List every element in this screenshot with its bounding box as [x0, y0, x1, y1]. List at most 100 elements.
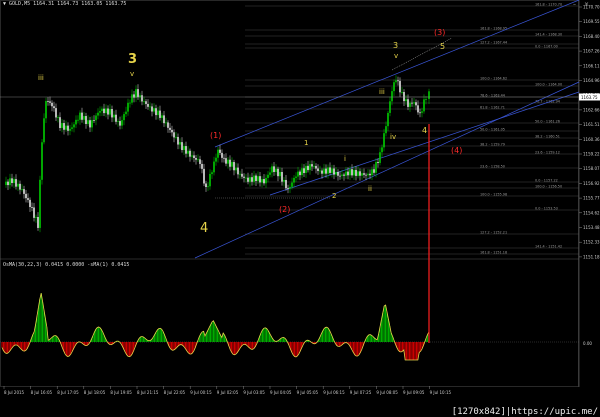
candle-body — [253, 175, 255, 182]
candle-body — [363, 173, 365, 175]
candle-body — [85, 116, 87, 124]
wave-red-3: (3) — [434, 28, 445, 37]
candle-body — [13, 179, 15, 183]
candle-body — [115, 114, 117, 122]
candle-body — [89, 120, 91, 128]
candle-body — [27, 198, 29, 200]
candle-body — [155, 108, 157, 116]
wave-4: 4 — [422, 126, 427, 135]
candle-body — [157, 110, 159, 116]
candle-body — [347, 171, 349, 176]
candle-body — [343, 174, 345, 176]
candle-body — [181, 142, 183, 150]
candle-body — [143, 101, 145, 103]
candle-body — [179, 142, 181, 145]
candle-body — [313, 165, 315, 167]
candle-body — [333, 168, 335, 175]
candle-body — [311, 164, 313, 167]
fib-label: 161.8 - 1151.18 — [480, 250, 507, 254]
candle-body — [365, 174, 367, 176]
candle-body — [201, 163, 203, 169]
candle-body — [51, 102, 53, 107]
candle-body — [49, 101, 51, 103]
candle-body — [353, 169, 355, 176]
candle-body — [207, 186, 209, 188]
candle-body — [319, 170, 321, 172]
osma-histogram — [0, 293, 579, 361]
candle-body — [355, 169, 357, 176]
candle-body — [277, 168, 279, 177]
candlesticks — [5, 75, 430, 233]
candle-body — [229, 159, 231, 167]
candle-body — [19, 183, 21, 190]
candle-body — [9, 178, 11, 186]
candle-body — [349, 169, 351, 176]
candle-body — [53, 106, 55, 109]
price-tick-label: 1168.40 — [583, 34, 600, 39]
price-tick-label: 1158.07 — [583, 166, 600, 171]
candle-body — [55, 108, 57, 118]
candle-body — [7, 181, 9, 186]
wave-1: 1 — [304, 139, 308, 147]
candle-body — [183, 146, 185, 150]
time-tick-label: 8 Jul 16:05 — [31, 390, 53, 395]
candle-body — [185, 146, 187, 154]
candle-body — [215, 157, 217, 162]
candle-body — [381, 147, 383, 153]
candle-body — [145, 101, 147, 104]
candle-body — [161, 115, 163, 118]
candle-body — [15, 179, 17, 187]
candle-body — [81, 112, 83, 120]
wave-red-1: (1) — [210, 131, 221, 140]
wave-2: 2 — [332, 192, 336, 200]
candle-body — [327, 167, 329, 174]
candle-body — [407, 99, 409, 107]
wave-major-iii: iii — [38, 74, 44, 82]
candle-body — [421, 111, 423, 113]
candle-body — [267, 174, 269, 178]
candle-body — [279, 172, 281, 177]
candle-body — [265, 177, 267, 184]
candle-body — [119, 121, 121, 126]
candle-body — [321, 170, 323, 174]
fib-label: 0.0 - 1167.00 — [535, 44, 558, 48]
candle-body — [233, 162, 235, 171]
fib-label: 50.0 - 1161.05 — [480, 127, 505, 131]
candle-body — [303, 168, 305, 173]
candle-body — [247, 177, 249, 182]
candle-body — [417, 105, 419, 113]
candle-body — [75, 119, 77, 125]
candle-body — [29, 199, 31, 208]
candle-body — [389, 101, 391, 113]
wave-major-3-v: v — [130, 70, 134, 78]
candle-body — [101, 108, 103, 112]
candle-body — [77, 119, 79, 121]
candle-body — [227, 159, 229, 164]
price-chart[interactable]: 161.8 - 1170.70 161.8 - 1168.95 141.4 - 11… — [0, 0, 600, 417]
wave-3: 3 — [393, 41, 398, 50]
candle-body — [243, 176, 245, 178]
candle-body — [169, 127, 171, 130]
candle-body — [165, 122, 167, 124]
candle-body — [189, 150, 191, 157]
candle-body — [255, 175, 257, 181]
candle-body — [211, 172, 213, 174]
image-footer: [1270x842]|https://upic.me/ — [451, 407, 598, 417]
fib-label: 0.0 - 1153.53 — [535, 206, 558, 210]
candle-body — [249, 177, 251, 182]
candle-body — [153, 108, 155, 112]
candle-body — [135, 89, 137, 98]
candle-body — [93, 120, 95, 121]
current-price-label: 1163.75 — [581, 95, 598, 100]
candle-body — [239, 173, 241, 175]
candle-body — [109, 109, 111, 115]
candle-body — [65, 125, 67, 130]
trend-channels — [194, 0, 580, 259]
candle-body — [293, 177, 295, 183]
price-tick-label: 1167.26 — [583, 49, 600, 54]
candle-body — [209, 173, 211, 187]
candle-body — [271, 166, 273, 173]
candle-body — [361, 173, 363, 176]
candle-body — [367, 173, 369, 176]
fib-label: 100.0 - 1156.50 — [535, 184, 562, 188]
